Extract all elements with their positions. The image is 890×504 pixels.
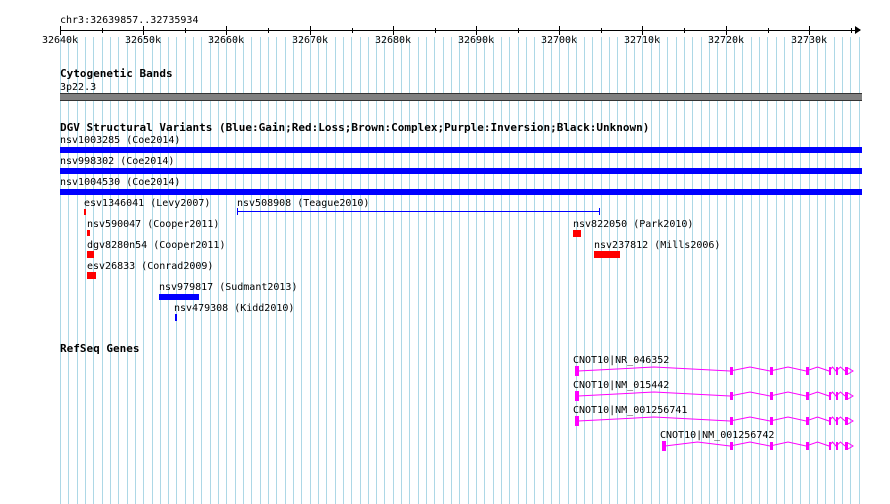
gene-exon — [829, 442, 831, 450]
gene-model[interactable] — [0, 0, 890, 504]
gene-exon — [662, 441, 666, 451]
strand-arrow-icon — [847, 442, 854, 450]
gene-exon — [836, 442, 838, 450]
gene-exon — [730, 442, 733, 450]
gene-exon — [845, 442, 848, 450]
gene-intron-line — [664, 441, 846, 447]
genome-browser: chr3:32639857..32735934 32640k 32650k 3266… — [0, 0, 890, 504]
gene-exon — [806, 442, 809, 450]
gene-exon — [770, 442, 773, 450]
